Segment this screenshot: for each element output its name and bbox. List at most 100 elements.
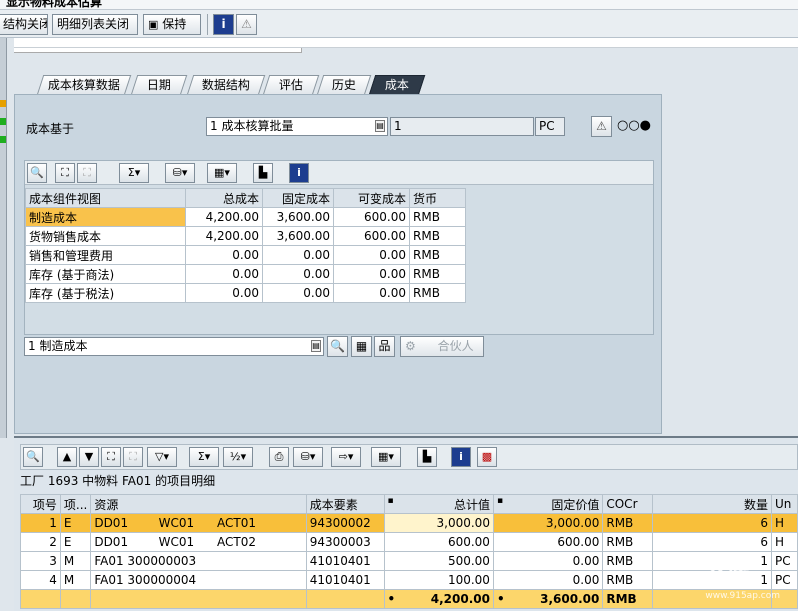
table-view-icon[interactable]: ▦ xyxy=(351,336,372,357)
component-row[interactable]: 货物销售成本 4,200.00 3,600.00 600.00 RMB xyxy=(25,226,466,246)
partner-label: 合伙人 xyxy=(437,339,474,353)
itemization-cell: RMB xyxy=(602,570,654,590)
toggle-view-icon[interactable]: ○○● xyxy=(617,118,651,133)
header-band xyxy=(14,38,798,48)
itemization-cell: RMB xyxy=(602,532,654,552)
itemization-cell: 4 xyxy=(20,570,61,590)
itemization-cell: 0.00 xyxy=(492,551,604,571)
find-next-icon[interactable]: ⛶ xyxy=(77,163,97,183)
itemization-cell: 3 xyxy=(20,551,61,571)
itemization-cell: 3,000.00 xyxy=(383,513,494,533)
col-header-unit[interactable]: Un xyxy=(770,494,798,514)
itemization-cell: 100.00 xyxy=(383,570,494,590)
col-header-currency[interactable]: COCr xyxy=(602,494,654,514)
export-icon[interactable]: ⛁▾ xyxy=(293,447,323,467)
component-cell: 0.00 xyxy=(262,245,334,265)
send-icon[interactable]: ⇨▾ xyxy=(331,447,361,467)
graphic-icon[interactable]: ▙ xyxy=(417,447,437,467)
itemization-section: 🔍 ▲ ▼ ⛶ ⛶ ▽▾ Σ▾ ½▾ ⎙ ⛁▾ ⇨▾ ▦▾ ▙ i ▩ 工厂 1… xyxy=(14,436,798,611)
itemization-cell: FA01 300000003 xyxy=(90,551,307,571)
col-header-currency[interactable]: 货币 xyxy=(409,188,466,208)
graphic-icon[interactable]: ▙ xyxy=(253,163,273,183)
structure-close-button[interactable]: 结构关闭 xyxy=(0,14,48,35)
total-cell xyxy=(90,589,307,609)
filter-icon[interactable]: ▽▾ xyxy=(147,447,177,467)
keep-button[interactable]: ▣ 保持 xyxy=(143,14,201,35)
detail-close-label: 明细列表关闭 xyxy=(57,17,130,31)
itemization-title: 工厂 1693 中物料 FA01 的项目明细 xyxy=(20,474,216,488)
component-cell: 0.00 xyxy=(185,245,263,265)
title-bar: 显示物料成本估算 xyxy=(0,0,798,10)
detail-list-close-button[interactable]: 明细列表关闭 xyxy=(52,14,138,35)
partner-button[interactable]: ⚙ 合伙人 xyxy=(400,336,484,357)
itemization-row[interactable]: 4 M FA01 300000004 41010401 100.00 0.00 RMB 1 PC xyxy=(20,570,798,590)
info-icon[interactable]: i xyxy=(213,14,234,35)
col-header-quantity[interactable]: 数量 xyxy=(652,494,772,514)
print-icon[interactable]: ⎙ xyxy=(269,447,289,467)
component-cell: 600.00 xyxy=(333,207,410,227)
layout-icon[interactable]: ▦▾ xyxy=(207,163,237,183)
watermark-url: www.915ap.com xyxy=(705,591,780,601)
col-header-cost-element[interactable]: 成本要素 xyxy=(305,494,385,514)
itemization-cell: 94300003 xyxy=(305,532,385,552)
sum-icon[interactable]: Σ▾ xyxy=(189,447,219,467)
details-icon[interactable]: 🔍 xyxy=(27,163,47,183)
details-icon[interactable]: 🔍 xyxy=(23,447,43,467)
layout-icon[interactable]: ▦▾ xyxy=(371,447,401,467)
col-header-fixed-value[interactable]: ▪ 固定价值 xyxy=(492,494,604,514)
find-icon[interactable]: ⛶ xyxy=(55,163,75,183)
itemization-row[interactable]: 1 E DD01 WC01 ACT01 94300002 3,000.00 3,000.0… xyxy=(20,513,798,533)
itemization-toolbar: 🔍 ▲ ▼ ⛶ ⛶ ▽▾ Σ▾ ½▾ ⎙ ⛁▾ ⇨▾ ▦▾ ▙ i ▩ xyxy=(20,444,798,470)
col-header-resource[interactable]: 资源 xyxy=(90,494,307,514)
col-header-view[interactable]: 成本组件视图 xyxy=(25,188,186,208)
tab-history[interactable]: 历史 xyxy=(316,75,372,95)
tab-data-structure[interactable]: 数据结构 xyxy=(186,75,266,95)
itemization-cell: M xyxy=(59,570,92,590)
find-next-icon[interactable]: ⛶ xyxy=(123,447,143,467)
info-icon[interactable]: i xyxy=(451,447,471,467)
component-cell: 0.00 xyxy=(185,283,263,303)
tab-valuation[interactable]: 评估 xyxy=(262,75,320,95)
component-row[interactable]: 销售和管理费用 0.00 0.00 0.00 RMB xyxy=(25,245,466,265)
detail-search-icon[interactable]: 🔍 xyxy=(327,336,348,357)
find-icon[interactable]: ⛶ xyxy=(101,447,121,467)
cost-base-select[interactable]: 1 成本核算批量 ▤ xyxy=(206,117,388,136)
component-cell: 货物销售成本 xyxy=(25,226,186,246)
component-row[interactable]: 库存 (基于税法) 0.00 0.00 0.00 RMB xyxy=(25,283,466,303)
tab-label: 数据结构 xyxy=(201,78,250,92)
tab-costs[interactable]: 成本 xyxy=(368,75,426,95)
component-cell: 3,600.00 xyxy=(262,207,334,227)
tab-label: 历史 xyxy=(331,78,356,92)
sum-icon[interactable]: Σ▾ xyxy=(119,163,149,183)
subtotal-icon[interactable]: ½▾ xyxy=(223,447,253,467)
cost-view-value: 1 制造成本 xyxy=(28,339,88,353)
component-row[interactable]: 库存 (基于商法) 0.00 0.00 0.00 RMB xyxy=(25,264,466,284)
itemization-cell: M xyxy=(59,551,92,571)
col-header-item[interactable]: 项号 xyxy=(20,494,61,514)
export-icon[interactable]: ⛁▾ xyxy=(165,163,195,183)
itemization-row[interactable]: 3 M FA01 300000003 41010401 500.00 0.00 RMB 1 PC xyxy=(20,551,798,571)
info-icon[interactable]: i xyxy=(289,163,309,183)
component-cell: 3,600.00 xyxy=(262,226,334,246)
hierarchy-icon[interactable]: 品 xyxy=(374,336,395,357)
itemization-cell: DD01 WC01 ACT02 xyxy=(90,532,307,552)
col-header-fixed[interactable]: 固定成本 xyxy=(262,188,334,208)
col-header-total[interactable]: 总成本 xyxy=(185,188,263,208)
print-preview-icon[interactable]: ⚠ xyxy=(236,14,257,35)
itemization-row[interactable]: 2 E DD01 WC01 ACT02 94300003 600.00 600.00 RMB… xyxy=(20,532,798,552)
component-row[interactable]: 制造成本 4,200.00 3,600.00 600.00 RMB xyxy=(25,207,466,227)
itemization-cell: 6 xyxy=(652,532,772,552)
sort-ascending-icon[interactable]: ▲ xyxy=(57,447,77,467)
col-header-total-value[interactable]: ▪ 总计值 xyxy=(383,494,494,514)
calculator-icon[interactable]: ▩ xyxy=(477,447,497,467)
cost-view-select[interactable]: 1 制造成本 ▤ xyxy=(24,337,324,356)
col-header-category[interactable]: 项... xyxy=(59,494,92,514)
print-icon[interactable]: ⚠ xyxy=(591,116,612,137)
itemization-cell: 0.00 xyxy=(492,570,604,590)
tab-costing-data[interactable]: 成本核算数据 xyxy=(36,75,132,95)
col-header-variable[interactable]: 可变成本 xyxy=(333,188,410,208)
tab-dates[interactable]: 日期 xyxy=(130,75,188,95)
sort-descending-icon[interactable]: ▼ xyxy=(79,447,99,467)
component-toolbar: 🔍 ⛶ ⛶ Σ▾ ⛁▾ ▦▾ ▙ i xyxy=(25,161,653,185)
partner-icon: ⚙ xyxy=(405,339,416,353)
